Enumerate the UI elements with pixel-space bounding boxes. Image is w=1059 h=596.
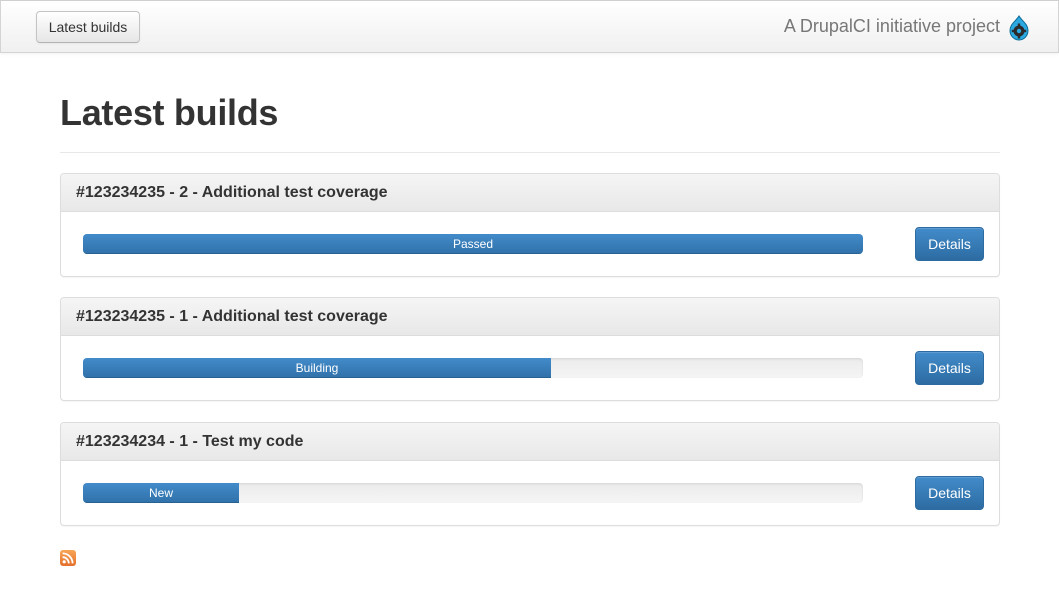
drupal-drop-icon [1007,15,1031,41]
rss-icon[interactable] [60,550,76,566]
build-progress: Building [83,358,863,378]
build-panel: #123234234 - 1 - Test my code New Detail… [60,422,1000,526]
details-button[interactable]: Details [915,227,984,261]
build-title: #123234234 - 1 - Test my code [61,423,999,461]
build-panel: #123234235 - 2 - Additional test coverag… [60,173,1000,277]
build-progress: Passed [83,234,863,254]
build-progress-bar: New [83,483,239,503]
title-divider [60,152,1000,153]
build-progress-bar: Passed [83,234,863,254]
build-title: #123234235 - 1 - Additional test coverag… [61,298,999,336]
top-navbar: Latest builds A DrupalCI initiative proj… [0,0,1059,53]
details-button[interactable]: Details [915,351,984,385]
build-progress-bar: Building [83,358,551,378]
page-title: Latest builds [60,92,279,133]
details-button[interactable]: Details [915,476,984,510]
build-panel: #123234235 - 1 - Additional test coverag… [60,297,1000,401]
build-progress: New [83,483,863,503]
brand-text: A DrupalCI initiative project [783,16,1000,36]
latest-builds-nav-button[interactable]: Latest builds [36,11,140,43]
build-title: #123234235 - 2 - Additional test coverag… [61,174,999,212]
